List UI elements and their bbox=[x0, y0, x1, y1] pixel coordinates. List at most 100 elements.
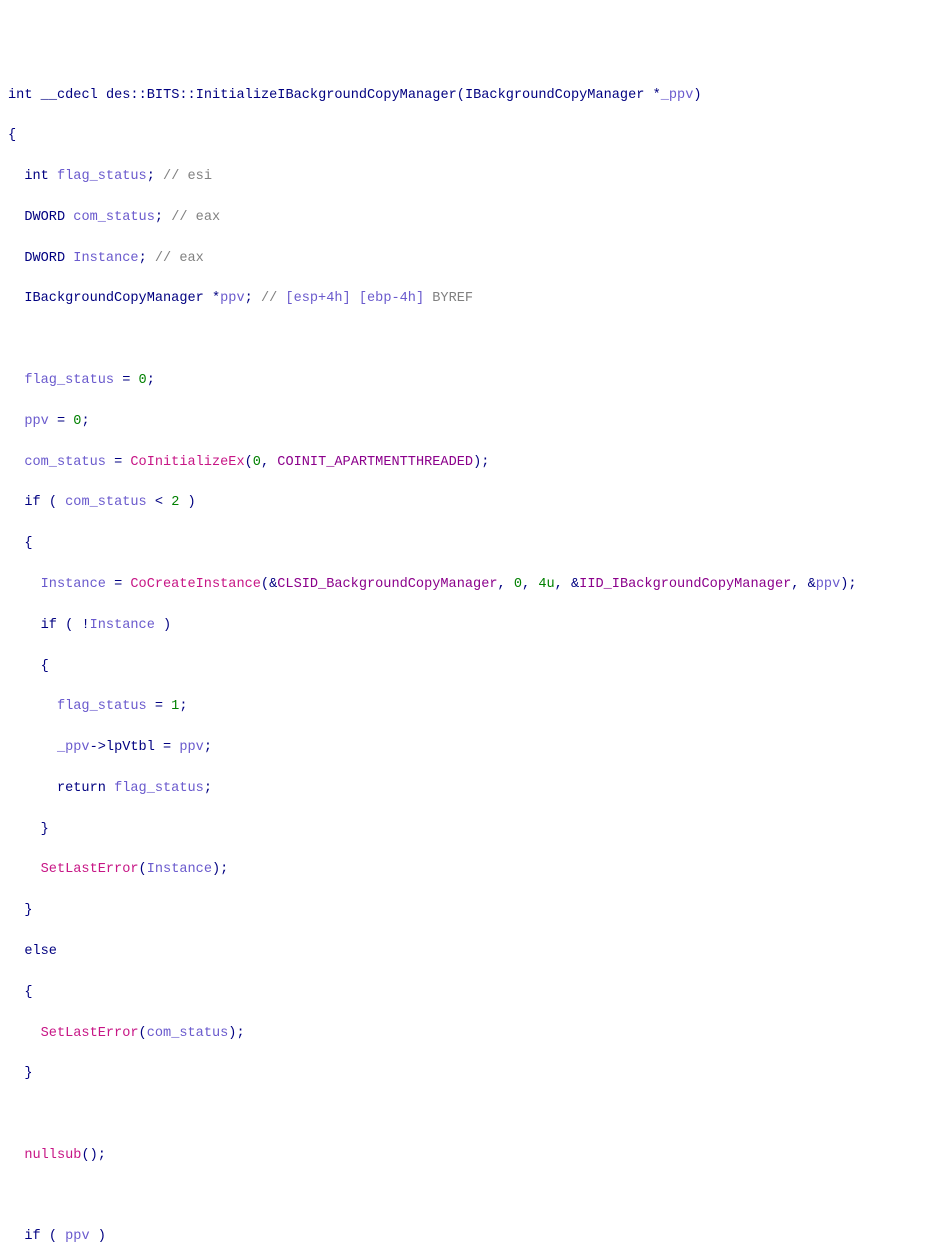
func-call: CoInitializeEx bbox=[130, 455, 244, 470]
code-line: IBackgroundCopyManager *ppv; // [esp+4h]… bbox=[8, 289, 933, 309]
var: Instance bbox=[90, 618, 155, 633]
blank-line bbox=[8, 1187, 933, 1207]
var: Instance bbox=[147, 862, 212, 877]
comment: [esp+4h] [ebp-4h] bbox=[285, 291, 424, 306]
paren: ) bbox=[90, 1229, 106, 1244]
comma: , bbox=[522, 577, 538, 592]
code-line: com_status = CoInitializeEx(0, COINIT_AP… bbox=[8, 453, 933, 473]
paren: ( bbox=[457, 88, 465, 103]
sc: ; bbox=[155, 210, 163, 225]
number: 1 bbox=[171, 699, 179, 714]
op: = bbox=[155, 740, 179, 755]
code-line: nullsub(); bbox=[8, 1146, 933, 1166]
op: = bbox=[147, 699, 171, 714]
blank-line bbox=[8, 330, 933, 350]
code-line: flag_status = 0; bbox=[8, 371, 933, 391]
var: com_status bbox=[73, 210, 155, 225]
sep: :: bbox=[130, 88, 146, 103]
code-line: SetLastError(Instance); bbox=[8, 860, 933, 880]
brace: { bbox=[24, 536, 32, 551]
keyword: if bbox=[24, 1229, 40, 1244]
number: 0 bbox=[514, 577, 522, 592]
const: IID_IBackgroundCopyManager bbox=[579, 577, 791, 592]
code-line: { bbox=[8, 534, 933, 554]
sc: ; bbox=[147, 373, 155, 388]
paren: ); bbox=[228, 1026, 244, 1041]
code-line: flag_status = 1; bbox=[8, 697, 933, 717]
keyword: else bbox=[24, 944, 57, 959]
comma: , bbox=[261, 455, 277, 470]
arrow: -> bbox=[90, 740, 106, 755]
paren: ( bbox=[139, 862, 147, 877]
type: IBackgroundCopyManager bbox=[465, 88, 644, 103]
sc: ; bbox=[179, 699, 187, 714]
op: = bbox=[114, 373, 138, 388]
paren: ( bbox=[41, 1229, 65, 1244]
number: 0 bbox=[253, 455, 261, 470]
comma: , bbox=[498, 577, 514, 592]
code-line: { bbox=[8, 983, 933, 1003]
paren: (& bbox=[261, 577, 277, 592]
sc: ; bbox=[204, 740, 212, 755]
comment: BYREF bbox=[424, 291, 473, 306]
paren: (); bbox=[81, 1148, 105, 1163]
brace: } bbox=[24, 1066, 32, 1081]
code-line: } bbox=[8, 901, 933, 921]
code-line: int __cdecl des::BITS::InitializeIBackgr… bbox=[8, 86, 933, 106]
code-line: { bbox=[8, 126, 933, 146]
const: CLSID_BackgroundCopyManager bbox=[277, 577, 497, 592]
var: ppv bbox=[24, 414, 48, 429]
func-call: nullsub bbox=[24, 1148, 81, 1163]
sc: ; bbox=[139, 251, 147, 266]
comment: // eax bbox=[163, 210, 220, 225]
code-line: } bbox=[8, 820, 933, 840]
star: * bbox=[644, 88, 660, 103]
code-line: _ppv->lpVtbl = ppv; bbox=[8, 738, 933, 758]
sc: ; bbox=[245, 291, 253, 306]
keyword: return bbox=[57, 781, 106, 796]
sp bbox=[106, 781, 114, 796]
op: = bbox=[106, 577, 130, 592]
code-line: if ( ppv ) bbox=[8, 1227, 933, 1247]
paren: ); bbox=[840, 577, 856, 592]
var: _ppv bbox=[57, 740, 90, 755]
func-call: CoCreateInstance bbox=[130, 577, 261, 592]
type: int bbox=[24, 169, 48, 184]
var: Instance bbox=[73, 251, 138, 266]
code-line: Instance = CoCreateInstance(&CLSID_Backg… bbox=[8, 575, 933, 595]
code-line: ppv = 0; bbox=[8, 412, 933, 432]
comment: // esi bbox=[155, 169, 212, 184]
paren: ) bbox=[693, 88, 701, 103]
sc: ; bbox=[147, 169, 155, 184]
sep: :: bbox=[179, 88, 195, 103]
comment: // eax bbox=[147, 251, 204, 266]
code-line: { bbox=[8, 657, 933, 677]
var: flag_status bbox=[114, 781, 204, 796]
brace: { bbox=[24, 985, 32, 1000]
var: com_status bbox=[65, 495, 147, 510]
type: IBackgroundCopyManager bbox=[24, 291, 203, 306]
brace: { bbox=[41, 659, 49, 674]
comma: , & bbox=[555, 577, 579, 592]
keyword: int bbox=[8, 88, 32, 103]
keyword: if bbox=[41, 618, 57, 633]
code-line: } bbox=[8, 1064, 933, 1084]
code-line: else bbox=[8, 942, 933, 962]
keyword: if bbox=[24, 495, 40, 510]
paren: ); bbox=[473, 455, 489, 470]
paren: ( bbox=[139, 1026, 147, 1041]
param: _ppv bbox=[661, 88, 694, 103]
paren: ) bbox=[155, 618, 171, 633]
type: DWORD bbox=[24, 251, 65, 266]
paren: ) bbox=[179, 495, 195, 510]
var: com_status bbox=[24, 455, 106, 470]
var: Instance bbox=[41, 577, 106, 592]
code-line: if ( !Instance ) bbox=[8, 616, 933, 636]
var: flag_status bbox=[57, 169, 147, 184]
paren: ); bbox=[212, 862, 228, 877]
keyword: __cdecl bbox=[41, 88, 98, 103]
code-line: int flag_status; // esi bbox=[8, 167, 933, 187]
namespace: des bbox=[106, 88, 130, 103]
star: * bbox=[204, 291, 220, 306]
comment: // bbox=[253, 291, 286, 306]
